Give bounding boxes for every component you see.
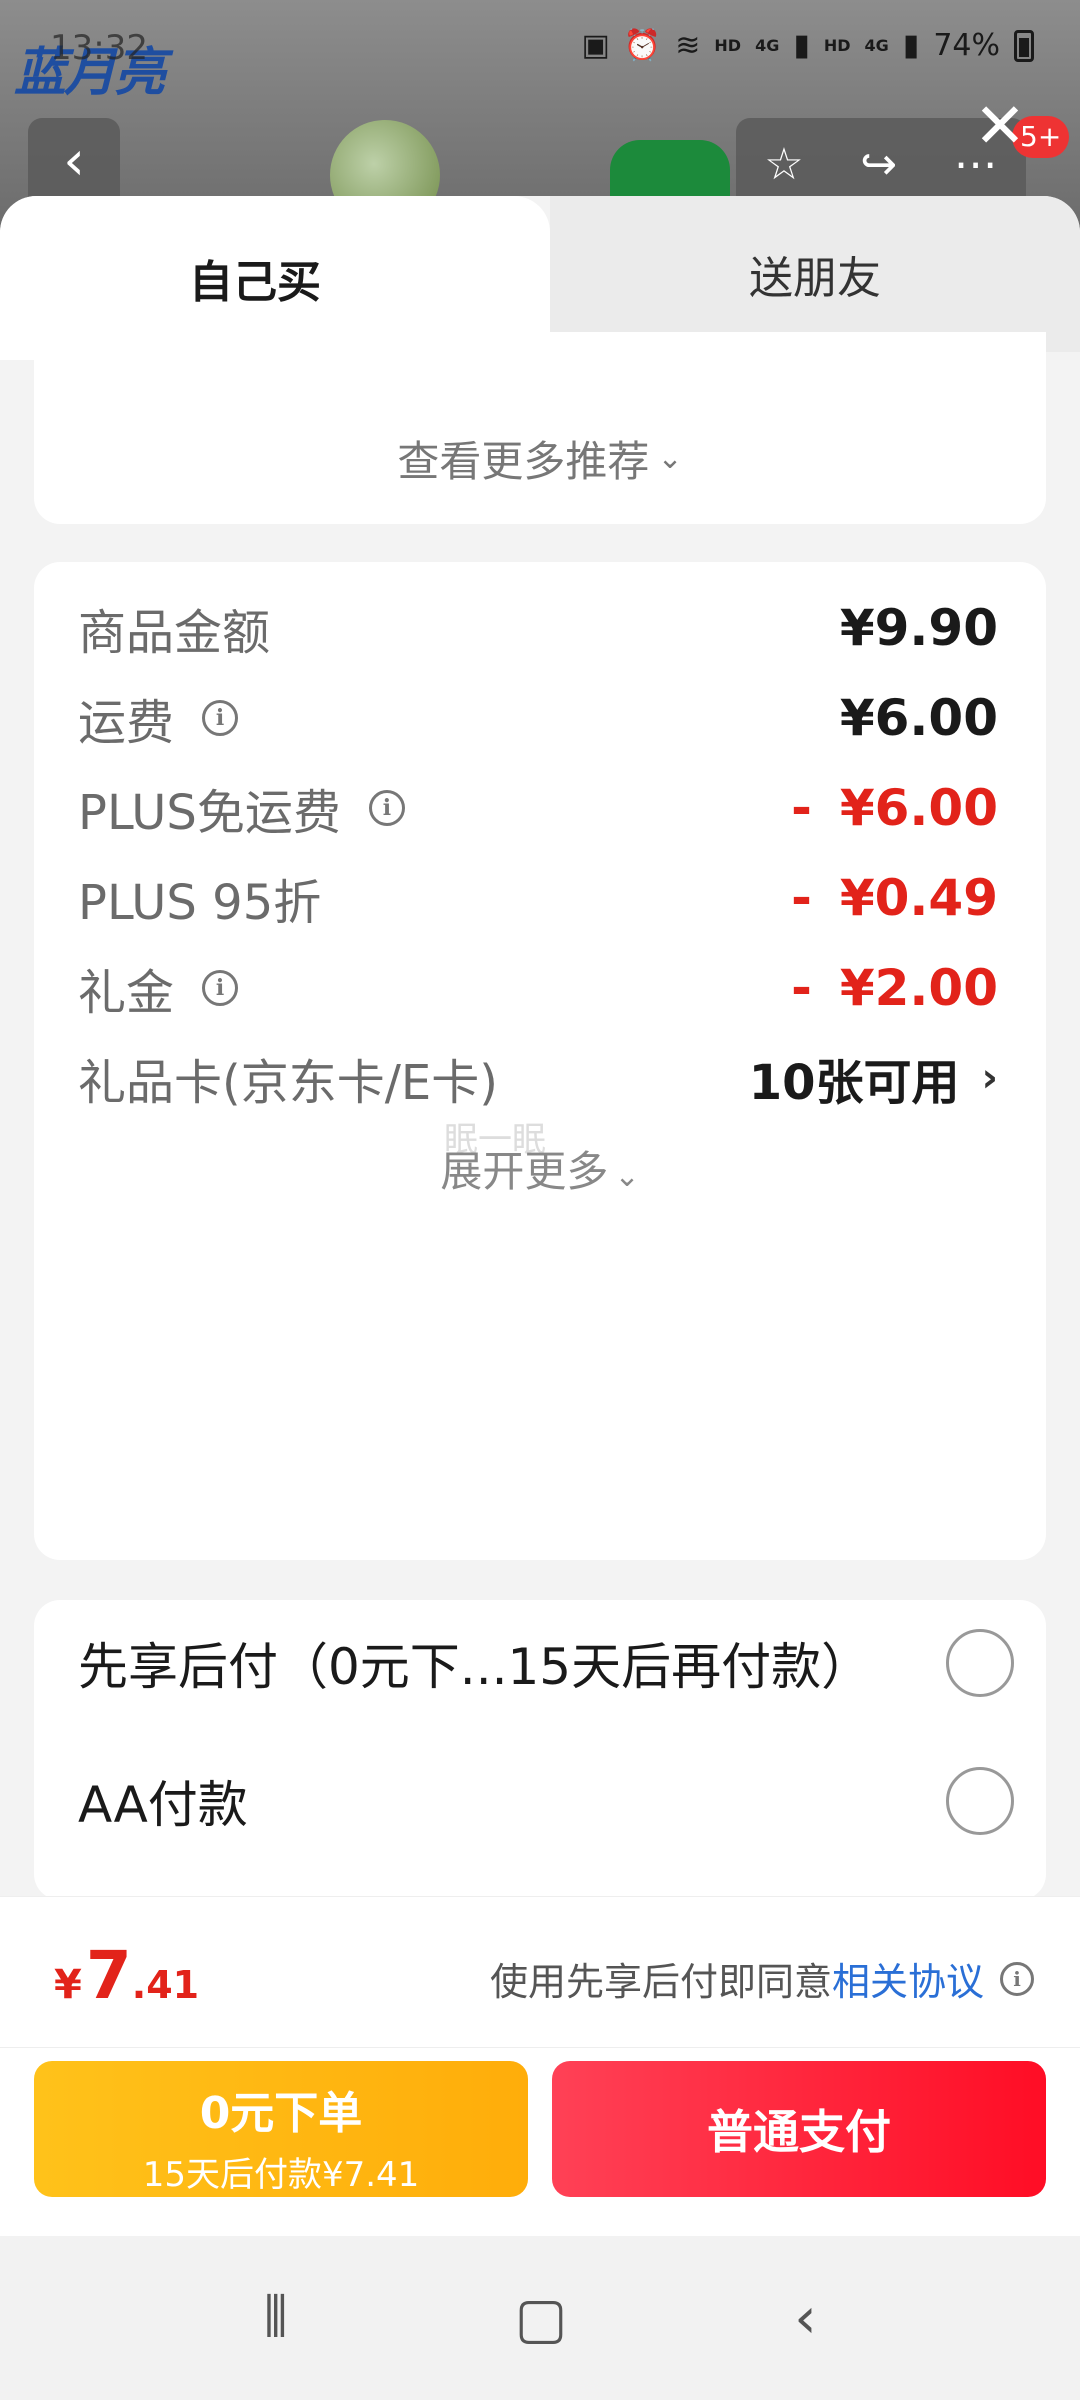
expand-more-label: 展开更多 xyxy=(440,1147,609,1196)
zero-yuan-order-button[interactable]: 0元下单 15天后付款¥7.41 xyxy=(34,2061,528,2197)
total-decimal: .41 xyxy=(131,1963,200,2007)
chevron-down-icon: ⌄ xyxy=(614,1159,640,1194)
chevron-down-icon: ⌄ xyxy=(657,440,683,476)
recent-apps-icon[interactable]: ⦀ xyxy=(263,2285,288,2351)
chevron-right-icon: › xyxy=(981,1055,998,1101)
agreement-link[interactable]: 相关协议 xyxy=(832,1951,984,2006)
price-value: ¥2.00 xyxy=(839,959,998,1017)
minus-sign: - xyxy=(791,869,812,927)
info-icon[interactable]: i xyxy=(368,790,405,826)
normal-pay-label: 普通支付 xyxy=(707,2105,891,2159)
close-icon[interactable]: ✕ xyxy=(972,95,1028,157)
radio-button[interactable] xyxy=(946,1767,1014,1835)
more-recommendations[interactable]: 查看更多推荐 ⌄ xyxy=(34,332,1046,524)
battery-icon xyxy=(1014,29,1034,62)
price-label: 礼金 xyxy=(78,965,175,1021)
price-value: ¥6.00 xyxy=(839,689,998,747)
battery-percent: 74% xyxy=(933,28,1000,63)
status-bar: 13:32 ▣ ⏰ ≋ HD 4G ▮ HD 4G ▮ 74% xyxy=(0,20,1080,80)
signal-icon: ▮ xyxy=(793,28,810,63)
price-label: 运费 xyxy=(78,695,175,751)
price-label: PLUS 95折 xyxy=(78,875,322,931)
alarm-icon: ⏰ xyxy=(623,28,662,63)
info-icon[interactable]: i xyxy=(1000,1961,1034,1996)
agreement-text: 使用先享后付即同意 xyxy=(489,1960,832,2004)
tab-gift-friend[interactable]: 送朋友 xyxy=(550,196,1080,352)
normal-pay-button[interactable]: 普通支付 xyxy=(552,2061,1046,2197)
info-icon[interactable]: i xyxy=(202,700,239,736)
price-breakdown-card: 商品金额 ¥9.90 运费 i ¥6.00 PLUS免运费 i - ¥6.00 PLU… xyxy=(34,562,1046,1560)
zero-order-title: 0元下单 xyxy=(199,2088,363,2139)
wifi-icon: ≋ xyxy=(675,28,701,63)
network-hd-label: HD xyxy=(714,36,742,55)
price-value: ¥9.90 xyxy=(839,599,998,657)
payment-option-aa[interactable]: AA付款 xyxy=(78,1758,1014,1844)
sim-icon: ▣ xyxy=(581,28,610,63)
signal-icon-2: ▮ xyxy=(902,28,920,63)
share-icon[interactable]: ↪ xyxy=(860,139,897,190)
gift-card-count: 10张可用 xyxy=(748,1055,960,1111)
price-label: 商品金额 xyxy=(78,605,271,661)
price-label: PLUS免运费 xyxy=(78,785,341,841)
price-row-goods: 商品金额 ¥9.90 xyxy=(78,588,998,668)
network-4g-label-2: 4G xyxy=(864,36,889,55)
minus-sign: - xyxy=(791,779,812,837)
network-hd-label-2: HD xyxy=(823,36,851,55)
agreement-notice: 使用先享后付即同意 相关协议 i xyxy=(490,1951,1034,2006)
info-icon[interactable]: i xyxy=(202,970,239,1006)
radio-button[interactable] xyxy=(946,1629,1014,1697)
price-label: 礼品卡(京东卡/E卡) xyxy=(78,1055,498,1111)
status-time: 13:32 xyxy=(50,28,148,68)
price-row-gift-card[interactable]: 礼品卡(京东卡/E卡) 10张可用 › xyxy=(78,1038,998,1118)
tab-buy-self-label: 自己买 xyxy=(189,257,321,308)
system-nav-bar: ⦀ ▢ ‹ xyxy=(0,2236,1080,2400)
status-icons: ▣ ⏰ ≋ HD 4G ▮ HD 4G ▮ 74% xyxy=(582,28,1034,63)
tab-gift-friend-label: 送朋友 xyxy=(749,253,881,304)
home-icon[interactable]: ▢ xyxy=(515,2286,568,2351)
back-nav-icon[interactable]: ‹ xyxy=(794,2286,816,2351)
payment-option-label: 先享后付（0元下...15天后再付款） xyxy=(78,1638,872,1696)
payment-option-pay-later[interactable]: 先享后付（0元下...15天后再付款） xyxy=(78,1620,1014,1706)
payment-option-label: AA付款 xyxy=(78,1776,248,1834)
more-recommendations-label: 查看更多推荐 xyxy=(397,436,650,486)
price-value: ¥0.49 xyxy=(839,869,998,927)
favorite-star-icon[interactable]: ☆ xyxy=(764,139,803,190)
price-value: ¥6.00 xyxy=(839,779,998,837)
currency-symbol: ¥ xyxy=(54,1962,82,2008)
order-total: ¥ 7 .41 xyxy=(54,1937,199,2014)
price-row-gift-money: 礼金 i - ¥2.00 xyxy=(78,948,998,1028)
checkout-bottom-bar: ¥ 7 .41 使用先享后付即同意 相关协议 i 0元下单 15天后付款¥7.4… xyxy=(0,1896,1080,2236)
price-row-plus-free-shipping: PLUS免运费 i - ¥6.00 xyxy=(78,768,998,848)
divider xyxy=(0,2047,1080,2048)
network-4g-label: 4G xyxy=(755,36,780,55)
total-integer: 7 xyxy=(85,1937,132,2014)
expand-more-button[interactable]: 展开更多 ⌄ xyxy=(34,1138,1046,1199)
price-row-plus-discount: PLUS 95折 - ¥0.49 xyxy=(78,858,998,938)
payment-options-card: 先享后付（0元下...15天后再付款） AA付款 xyxy=(34,1600,1046,1900)
minus-sign: - xyxy=(791,959,812,1017)
chevron-left-icon: ‹ xyxy=(63,129,85,192)
price-row-shipping: 运费 i ¥6.00 xyxy=(78,678,998,758)
zero-order-subtitle: 15天后付款¥7.41 xyxy=(142,2155,420,2195)
